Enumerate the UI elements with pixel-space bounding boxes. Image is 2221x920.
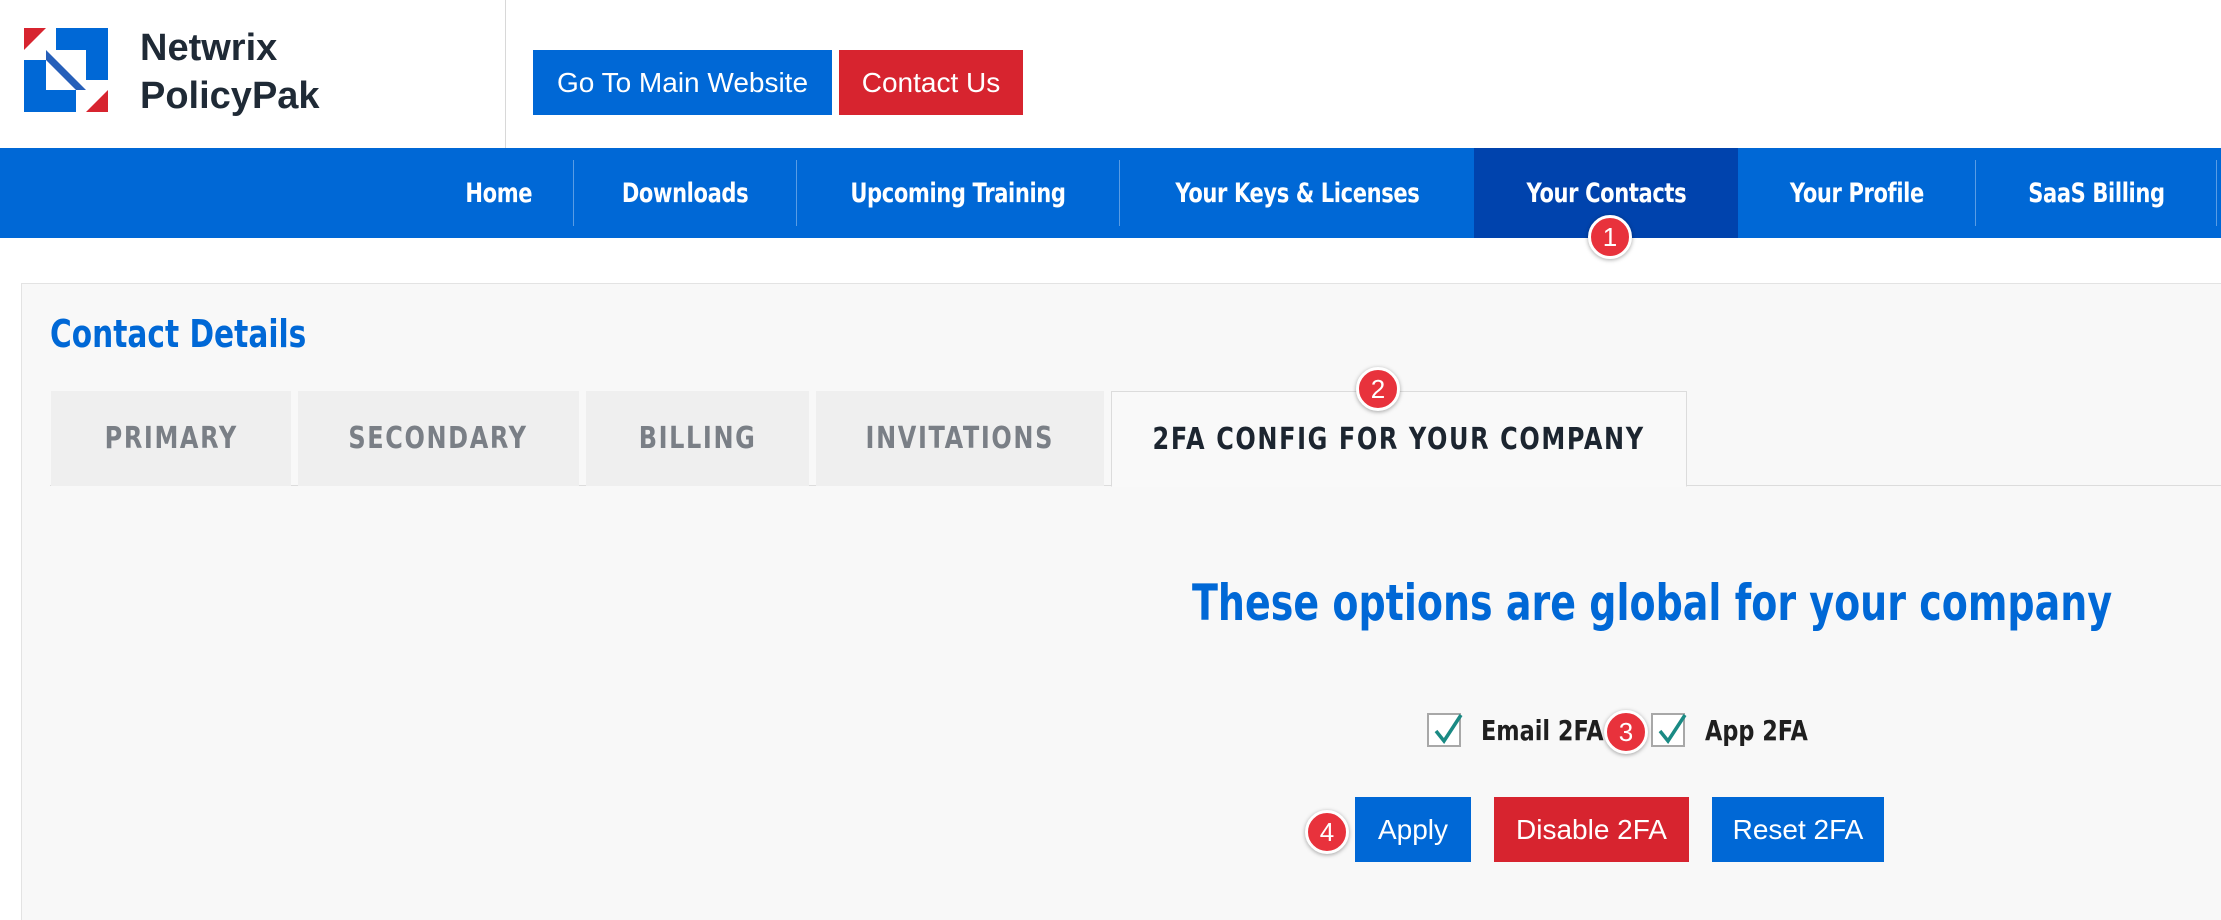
app-2fa-option: App 2FA (1651, 710, 1834, 750)
nav-item-your-profile[interactable]: Your Profile (1738, 148, 1975, 238)
step-badge-3: 3 (1604, 710, 1648, 754)
site-header: Netwrix PolicyPak Go To Main Website Con… (0, 0, 2221, 148)
global-options-heading: These options are global for your compan… (1192, 574, 2113, 632)
brand-name[interactable]: Netwrix PolicyPak (140, 24, 320, 120)
app-2fa-checkbox[interactable] (1651, 713, 1687, 747)
reset-2fa-button[interactable]: Reset 2FA (1712, 797, 1884, 862)
netwrix-logo-icon[interactable] (24, 28, 108, 112)
step-badge-4: 4 (1305, 810, 1349, 854)
brand-line-1: Netwrix (140, 27, 278, 69)
tab-invitations[interactable]: INVITATIONS (816, 391, 1104, 486)
step-badge-2: 2 (1356, 367, 1400, 411)
contact-details-panel: Contact Details PRIMARY SECONDARY BILLIN… (21, 283, 2221, 920)
checkmark-icon (1434, 714, 1463, 744)
app-2fa-label: App 2FA (1705, 713, 1808, 747)
page-title: Contact Details (50, 312, 307, 356)
tab-2fa-config[interactable]: 2FA CONFIG FOR YOUR COMPANY (1111, 391, 1687, 487)
contact-us-button[interactable]: Contact Us (839, 50, 1023, 115)
nav-item-downloads[interactable]: Downloads (574, 148, 796, 238)
checkmark-icon (1658, 714, 1687, 744)
header-divider (505, 0, 506, 148)
disable-2fa-button[interactable]: Disable 2FA (1494, 797, 1689, 862)
main-nav: Home Downloads Upcoming Training Your Ke… (0, 148, 2221, 238)
step-badge-1: 1 (1588, 215, 1632, 259)
nav-item-home[interactable]: Home (425, 148, 573, 238)
tab-primary[interactable]: PRIMARY (51, 391, 291, 486)
email-2fa-checkbox[interactable] (1427, 713, 1463, 747)
tab-secondary[interactable]: SECONDARY (298, 391, 579, 486)
nav-item-saas-billing[interactable]: SaaS Billing (1976, 148, 2216, 238)
nav-item-upcoming-training[interactable]: Upcoming Training (797, 148, 1119, 238)
nav-separator (2216, 160, 2217, 226)
nav-item-keys-licenses[interactable]: Your Keys & Licenses (1120, 148, 1474, 238)
tab-billing[interactable]: BILLING (586, 391, 809, 486)
brand-line-2: PolicyPak (140, 75, 320, 117)
apply-button[interactable]: Apply (1355, 797, 1471, 862)
go-to-main-website-button[interactable]: Go To Main Website (533, 50, 832, 115)
